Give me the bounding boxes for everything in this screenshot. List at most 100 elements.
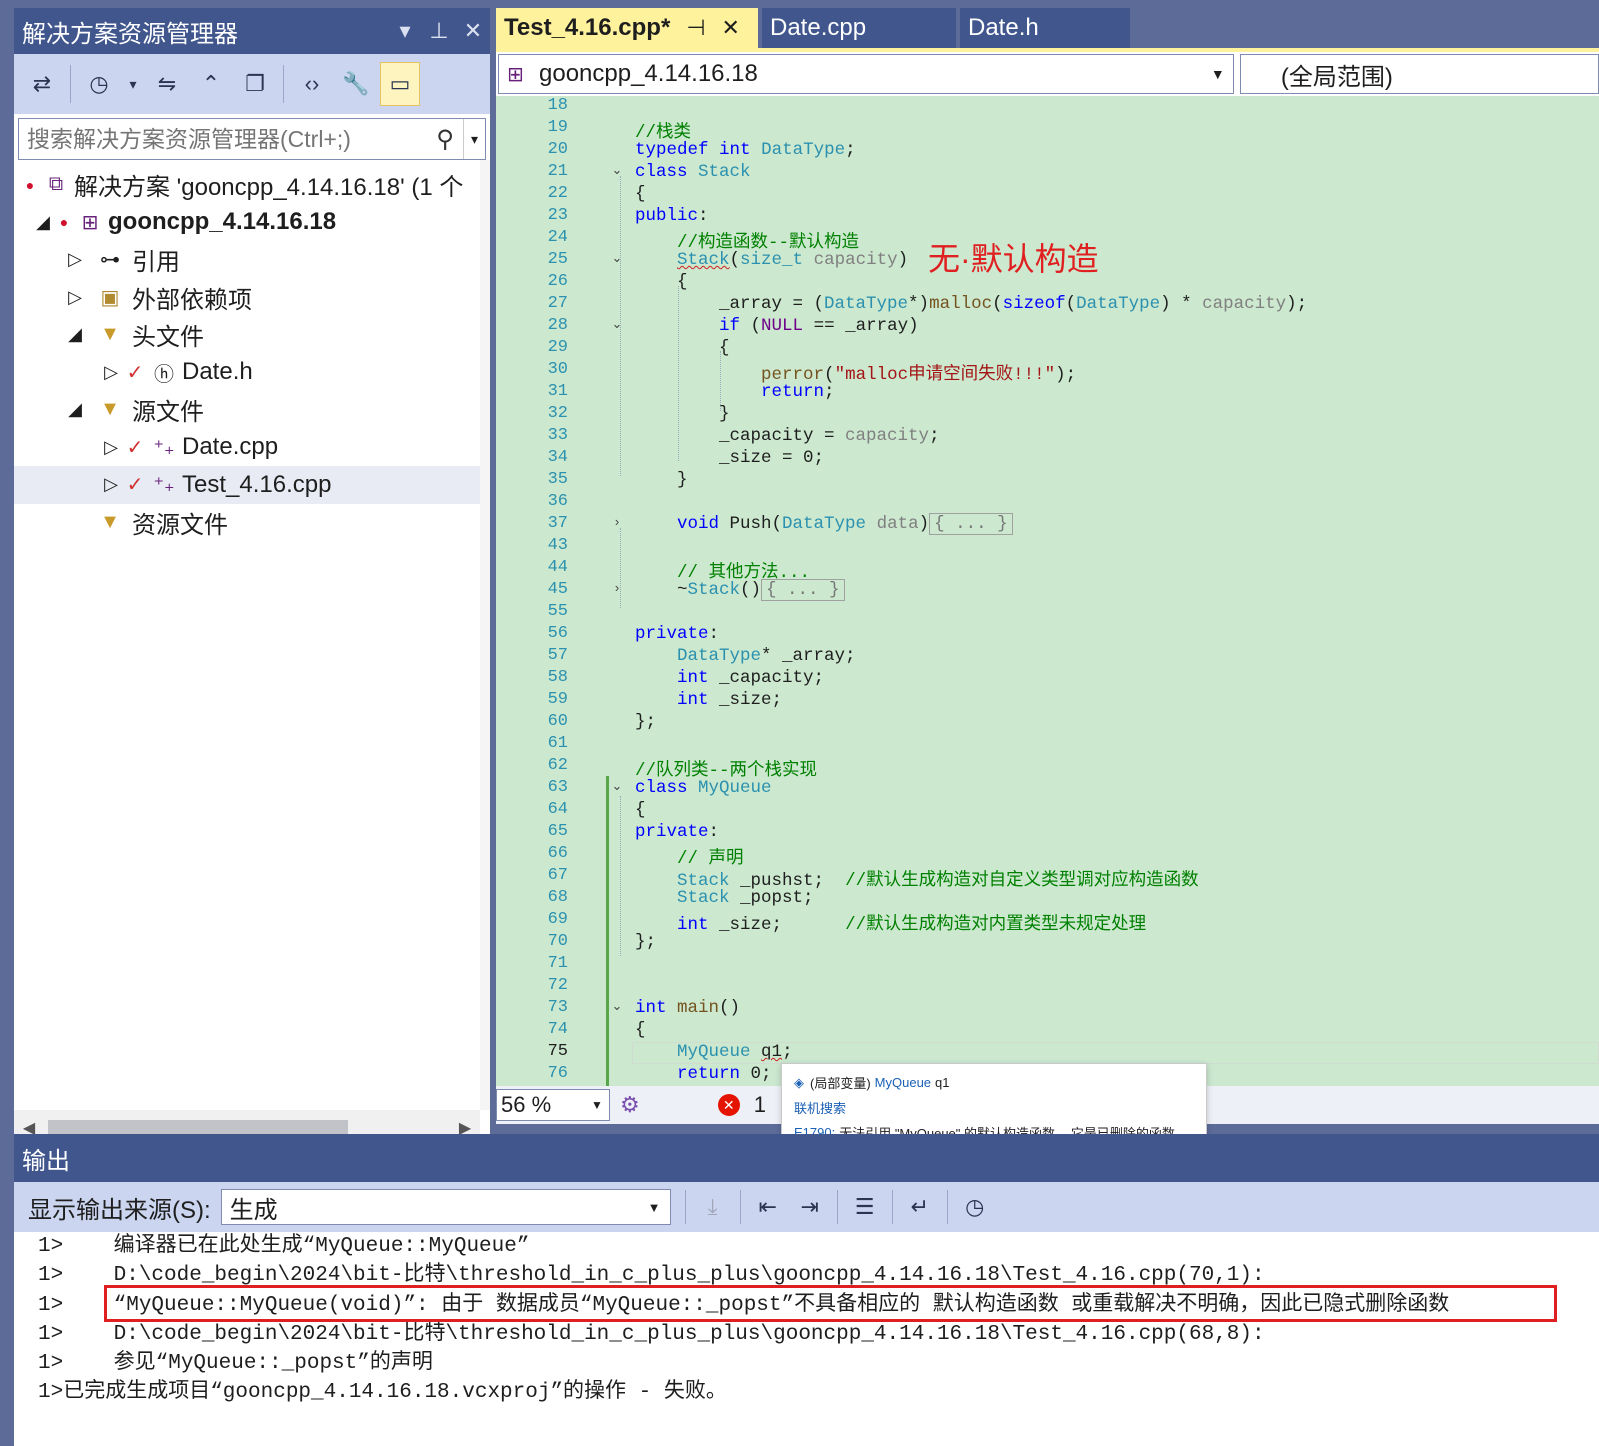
collapse-all-icon[interactable]: ⌃ <box>191 62 231 106</box>
code-line[interactable]: class Stack <box>635 162 751 182</box>
properties-wrench-icon[interactable]: 🔧 <box>336 62 376 106</box>
collapsed-arrow-icon[interactable]: ▷ <box>98 474 124 495</box>
line-number: 61 <box>547 734 568 753</box>
scope-dropdown-value: (全局范围) <box>1280 63 1393 91</box>
code-line[interactable]: private: <box>635 624 719 644</box>
code-line[interactable]: public: <box>635 206 709 226</box>
expanded-arrow-icon[interactable]: ◢ <box>62 324 88 345</box>
expanded-arrow-icon[interactable]: ◢ <box>30 212 56 233</box>
pin-tab-icon[interactable]: ⊣ <box>686 15 705 41</box>
previous-message-icon[interactable]: ⇤ <box>747 1187 789 1227</box>
timestamp-clock-icon[interactable]: ◷ <box>954 1187 996 1227</box>
code-line[interactable]: MyQueue q1; <box>635 1042 793 1062</box>
tree-node-source-files[interactable]: ◢ ▼ 源文件 <box>14 391 480 429</box>
code-line[interactable]: int _capacity; <box>635 668 824 688</box>
code-line[interactable]: } <box>635 470 688 490</box>
code-line[interactable]: }; <box>635 932 656 952</box>
project-dropdown[interactable]: ⊞ gooncpp_4.14.16.18 ▼ <box>498 54 1234 94</box>
code-line[interactable]: DataType* _array; <box>635 646 856 666</box>
expanded-arrow-icon[interactable]: ◢ <box>62 399 88 420</box>
tree-node-test-cpp[interactable]: ▷ ✓ ⁺₊ Test_4.16.cpp <box>14 466 480 504</box>
pending-changes-icon[interactable]: ◷ <box>79 62 119 106</box>
code-line[interactable]: { <box>635 1020 646 1040</box>
pin-icon[interactable]: ⊥ <box>422 18 456 44</box>
code-line[interactable]: } <box>635 404 730 424</box>
close-tab-icon[interactable]: ✕ <box>721 15 739 41</box>
find-message-in-code-icon[interactable]: ⤓ <box>692 1187 734 1227</box>
tab-test-cpp[interactable]: Test_4.16.cpp* ⊣ ✕ <box>496 8 758 48</box>
code-line[interactable]: typedef int DataType; <box>635 140 856 160</box>
line-number: 76 <box>547 1064 568 1083</box>
tree-node-resource-files[interactable]: ▼ 资源文件 <box>14 504 480 542</box>
show-all-files-icon[interactable]: ❐ <box>235 62 275 106</box>
fold-toggle-icon[interactable]: ⌄ <box>610 316 624 332</box>
line-number: 75 <box>547 1042 568 1061</box>
output-text[interactable]: 1> 编译器已在此处生成“MyQueue::MyQueue” 1> D:\cod… <box>14 1232 1599 1446</box>
code-line[interactable]: return 0; <box>635 1064 772 1084</box>
code-line[interactable]: Stack(size_t capacity) <box>635 250 908 270</box>
collapsed-arrow-icon[interactable]: ▷ <box>98 362 124 383</box>
tree-node-references[interactable]: ▷ ⊶ 引用 <box>14 241 480 279</box>
code-line[interactable]: { <box>635 184 646 204</box>
code-line[interactable]: if (NULL == _array) <box>635 316 919 336</box>
code-line[interactable]: _size = 0; <box>635 448 824 468</box>
intellicode-icon[interactable]: ⚙ <box>620 1092 640 1118</box>
tree-node-date-cpp[interactable]: ▷ ✓ ⁺₊ Date.cpp <box>14 429 480 467</box>
fold-toggle-icon[interactable]: ⌄ <box>610 778 624 794</box>
chevron-down-icon[interactable]: ▼ <box>1211 66 1233 82</box>
chevron-down-icon[interactable]: ▼ <box>648 1200 670 1215</box>
code-line[interactable]: Stack _popst; <box>635 888 814 908</box>
fold-toggle-icon[interactable]: ⌄ <box>610 162 624 178</box>
code-area[interactable]: 无·默认构造 18 19//栈类 20 typedef int DataType; 21… <box>496 96 1599 1086</box>
fold-toggle-icon[interactable]: › <box>610 580 624 595</box>
code-line[interactable]: class MyQueue <box>635 778 772 798</box>
tree-node-header-files[interactable]: ◢ ▼ 头文件 <box>14 316 480 354</box>
solution-explorer-search[interactable]: ⚲ ▾ <box>18 118 486 160</box>
chevron-down-icon[interactable]: ▼ <box>591 1098 609 1112</box>
tree-node-date-h[interactable]: ▷ ✓ ⓗ Date.h <box>14 354 480 392</box>
error-count-badge[interactable]: ✕ 1 <box>717 1092 766 1118</box>
switch-views-icon[interactable]: ⇄ <box>22 62 62 106</box>
code-line[interactable]: { <box>635 338 730 358</box>
dropdown-arrow-icon[interactable]: ▾ <box>388 18 422 44</box>
code-line[interactable]: _capacity = capacity; <box>635 426 940 446</box>
fold-toggle-icon[interactable]: ⌄ <box>610 250 624 266</box>
fold-toggle-icon[interactable]: › <box>610 514 624 529</box>
preview-selected-icon[interactable]: ▭ <box>380 62 420 106</box>
zoom-dropdown[interactable]: 56 % ▼ <box>496 1089 610 1121</box>
code-line[interactable]: private: <box>635 822 719 842</box>
word-wrap-icon[interactable]: ↵ <box>899 1187 941 1227</box>
collapsed-arrow-icon[interactable]: ▷ <box>62 287 88 308</box>
search-icon[interactable]: ⚲ <box>427 125 463 154</box>
code-line[interactable]: ~Stack(){ ... } <box>635 579 845 601</box>
chevron-down-icon[interactable]: ▾ <box>123 62 143 106</box>
tab-date-cpp[interactable]: Date.cpp <box>762 8 956 48</box>
code-line[interactable]: { <box>635 800 646 820</box>
view-code-icon[interactable]: ‹› <box>292 62 332 106</box>
code-line[interactable]: { <box>635 272 688 292</box>
code-line[interactable]: int _size; //默认生成构造对内置类型未规定处理 <box>635 910 1146 935</box>
fold-toggle-icon[interactable]: ⌄ <box>610 998 624 1014</box>
online-search-link[interactable]: 联机搜索 <box>794 1098 846 1117</box>
vertical-scrollbar[interactable] <box>480 160 490 1110</box>
close-icon[interactable]: ✕ <box>456 18 490 44</box>
output-source-dropdown[interactable]: 生成 ▼ <box>220 1189 671 1225</box>
code-line[interactable]: int main() <box>635 998 740 1018</box>
collapsed-arrow-icon[interactable]: ▷ <box>62 249 88 270</box>
clear-all-icon[interactable]: ☰ <box>844 1187 886 1227</box>
sync-icon[interactable]: ⇋ <box>147 62 187 106</box>
search-input[interactable] <box>19 119 427 159</box>
search-options-dropdown-icon[interactable]: ▾ <box>463 119 485 159</box>
scope-dropdown[interactable]: (全局范围) <box>1239 54 1599 94</box>
tree-node-solution[interactable]: ● ⧉ 解决方案 'gooncpp_4.14.16.18' (1 个 <box>14 166 480 204</box>
code-line[interactable]: int _size; <box>635 690 782 710</box>
tab-date-h[interactable]: Date.h <box>960 8 1130 48</box>
code-line[interactable]: }; <box>635 712 656 732</box>
code-line[interactable]: void Push(DataType data){ ... } <box>635 513 1013 535</box>
next-message-icon[interactable]: ⇥ <box>789 1187 831 1227</box>
tree-node-external-deps[interactable]: ▷ ▣ 外部依赖项 <box>14 279 480 317</box>
tree-node-project[interactable]: ◢ ● ⊞ gooncpp_4.14.16.18 <box>14 204 480 242</box>
collapsed-arrow-icon[interactable]: ▷ <box>98 437 124 458</box>
code-line[interactable]: return; <box>635 382 835 402</box>
code-line[interactable]: _array = (DataType*)malloc(sizeof(DataTy… <box>635 294 1307 314</box>
